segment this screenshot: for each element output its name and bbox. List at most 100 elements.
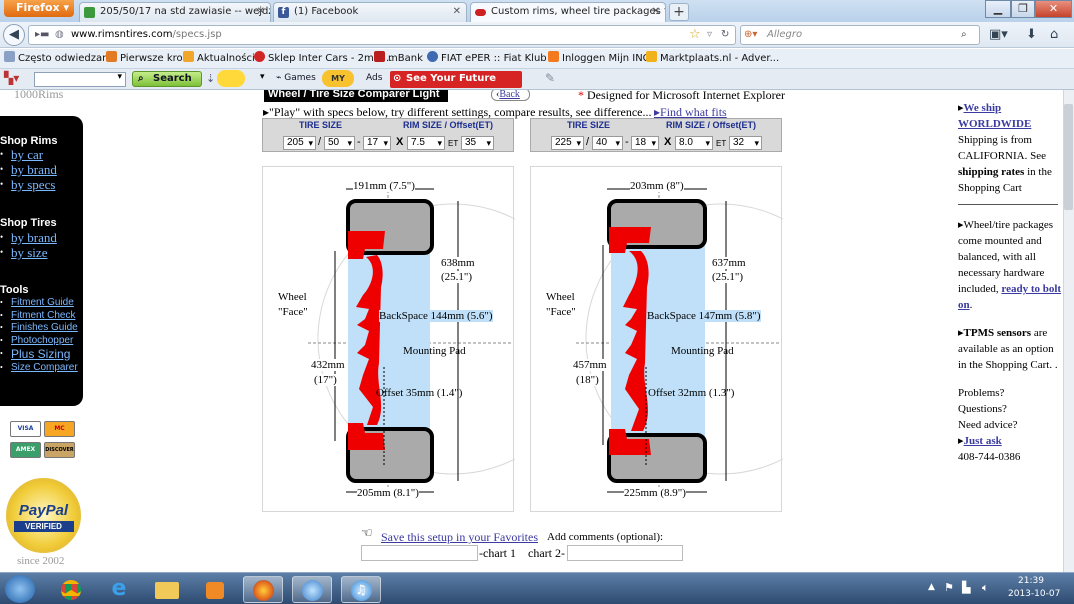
just-ask-link[interactable]: Just ask <box>964 435 1002 447</box>
rim-width-select[interactable]: 8.0 <box>675 136 713 150</box>
toolbar-search-input[interactable]: ▾ <box>34 72 126 87</box>
close-window-button[interactable]: ✕ <box>1035 0 1072 18</box>
paypal-verified-badge[interactable]: PayPal VERIFIED <box>6 478 81 553</box>
windows-taskbar: e ♫ ▲ ⚑ ▙ 🔈︎ 21:39 2013-10-07 <box>0 572 1074 604</box>
chart2-comment-input[interactable] <box>567 545 683 561</box>
search-input[interactable]: ⊕▾ Allegro ⌕ <box>740 25 980 45</box>
ie-note-text: Designed for Microsoft Internet Explorer <box>587 90 785 102</box>
new-tab-button[interactable]: + <box>669 3 689 21</box>
mbank-icon <box>374 51 385 62</box>
link-rims-by-brand[interactable]: by brand <box>11 162 57 178</box>
link-fitment-guide[interactable]: Fitment Guide <box>11 297 74 308</box>
tpms-title: TPMS sensors <box>963 327 1032 339</box>
dropdown-arrow-icon[interactable]: ▿ <box>707 26 712 44</box>
link-fitment-check[interactable]: Fitment Check <box>11 310 75 321</box>
marktplaats-icon <box>646 51 657 62</box>
pen-icon[interactable]: ✎ <box>545 71 555 85</box>
itunes-icon[interactable]: ♫ <box>341 576 381 603</box>
clock-icon: ⊙ <box>393 73 402 84</box>
ie-note: * Designed for Microsoft Internet Explor… <box>578 90 785 103</box>
chrome-taskbar-icon[interactable] <box>51 576 91 603</box>
url-bar[interactable]: ▸▬ ◍ www.rimsntires.com/specs.jsp ☆ ▿ ↻ <box>28 25 736 45</box>
link-photochopper[interactable]: Photochopper <box>11 335 73 346</box>
toolbar-search-button[interactable]: ⌕ Search <box>132 71 202 87</box>
close-tab-icon[interactable]: ✕ <box>652 3 660 21</box>
back-button[interactable]: ‹Back <box>491 90 530 101</box>
mastercard-icon: MC <box>44 421 75 437</box>
close-tab-icon[interactable]: ✕ <box>257 3 265 21</box>
start-button[interactable] <box>5 575 35 603</box>
bookmark-marktplaats[interactable]: Marktplaats.nl - Adver... <box>646 49 779 68</box>
smiley-icon[interactable] <box>217 70 245 87</box>
link-tires-by-brand[interactable]: by brand <box>11 230 57 246</box>
tire-width-select[interactable]: 225 <box>551 136 584 150</box>
tire-width-select[interactable]: 205 <box>283 136 316 150</box>
offset-select[interactable]: 32 <box>729 136 762 150</box>
minimize-button[interactable]: ▁ <box>985 0 1011 18</box>
maximize-button[interactable]: ❐ <box>1011 0 1035 18</box>
dash: - <box>357 136 361 148</box>
flag-icon[interactable]: ⚑ <box>944 581 954 594</box>
see-your-future-button[interactable]: ⊙See Your Future (Free) <box>390 71 522 100</box>
aspect-ratio-select[interactable]: 40 <box>592 136 623 150</box>
bookmark-mbank[interactable]: mBank <box>374 49 423 68</box>
volume-icon[interactable]: 🔈︎ <box>982 581 989 595</box>
worldwide-link[interactable]: WORLDWIDE <box>958 116 1062 132</box>
downloads-page-icon[interactable]: ▣▾ <box>989 27 1008 42</box>
link-rims-by-specs[interactable]: by specs <box>11 177 55 193</box>
media-player-icon[interactable] <box>195 576 235 603</box>
bookmark-ing[interactable]: Inloggen Mijn ING <box>548 49 650 68</box>
rim-width-select[interactable]: 7.5 <box>407 136 445 150</box>
bookmark-star-icon[interactable]: ☆ <box>689 26 701 44</box>
home-icon[interactable]: ⌂ <box>1050 27 1058 42</box>
myweb-icon[interactable]: MY <box>322 70 354 87</box>
offset-select[interactable]: 35 <box>461 136 494 150</box>
offset-value: Offset 35mm (1.4") <box>376 387 463 399</box>
aspect-ratio-select[interactable]: 50 <box>324 136 355 150</box>
chevron-down-icon[interactable]: ▾ <box>117 72 122 82</box>
explorer-folder-icon[interactable] <box>147 576 187 603</box>
page-menu-icon[interactable]: ▸▬ <box>35 26 49 44</box>
back-arrow-icon[interactable]: ◀ <box>3 24 25 46</box>
smiley-menu-icon[interactable]: ▾ <box>260 72 265 82</box>
download-arrow-icon[interactable]: ⬇ <box>1026 27 1037 42</box>
ship-link[interactable]: We ship <box>964 102 1002 114</box>
scrollbar-thumb[interactable] <box>1064 104 1073 210</box>
link-rims-by-car[interactable]: by car <box>11 147 43 163</box>
reload-icon[interactable]: ↻ <box>721 26 729 44</box>
link-finishes-guide[interactable]: Finishes Guide <box>11 322 78 333</box>
need-advice-text: Need advice? <box>958 419 1018 431</box>
clock-date[interactable]: 2013-10-07 <box>1008 589 1060 599</box>
link-tires-by-size[interactable]: by size <box>11 245 47 261</box>
addon-logo-icon[interactable]: ▚▾ <box>4 71 19 85</box>
bookmark-intercars[interactable]: Sklep Inter Cars - 2mln... <box>254 49 392 68</box>
toolbar-extra-icon[interactable]: ⇣ <box>206 72 215 85</box>
tab-rimsntires[interactable]: Custom rims, wheel tire packages for ...… <box>470 2 666 22</box>
bookmark-most-visited[interactable]: Często odwiedzane <box>4 49 115 68</box>
tab-forum[interactable]: 205/50/17 na std zawiasie -- wejdzie ?? … <box>79 2 271 22</box>
site-logo[interactable]: 1000Rims <box>14 90 63 102</box>
firefox-menu-button[interactable]: Firefox ▾ <box>4 0 74 17</box>
ads-button[interactable]: Ads <box>366 73 382 83</box>
offset-value: Offset 32mm (1.3") <box>648 387 735 399</box>
games-button[interactable]: ⌁ Games <box>276 73 316 83</box>
internet-explorer-icon[interactable]: e <box>99 576 139 603</box>
save-favorites-link[interactable]: Save this setup in your Favorites <box>381 530 538 545</box>
chart1-comment-input[interactable] <box>361 545 478 561</box>
network-globe-icon[interactable] <box>292 576 332 603</box>
firefox-taskbar-icon[interactable] <box>243 576 283 603</box>
network-icon[interactable]: ▙ <box>962 581 970 594</box>
bookmark-first-steps[interactable]: Pierwsze kroki <box>106 49 191 68</box>
tab-facebook[interactable]: f (1) Facebook ✕ <box>273 2 467 22</box>
search-engine-icon[interactable]: ⊕▾ <box>744 26 757 44</box>
clock-time[interactable]: 21:39 <box>1018 576 1044 586</box>
show-hidden-icons[interactable]: ▲ <box>928 582 935 592</box>
bookmark-news[interactable]: Aktualności <box>183 49 255 68</box>
link-size-comparer[interactable]: Size Comparer <box>11 362 78 373</box>
magnifier-icon[interactable]: ⌕ <box>961 26 967 44</box>
close-tab-icon[interactable]: ✕ <box>453 3 461 21</box>
link-plus-sizing[interactable]: Plus Sizing <box>11 347 70 361</box>
rim-diameter-select[interactable]: 18 <box>631 136 659 150</box>
rim-diameter-select[interactable]: 17 <box>363 136 391 150</box>
bookmark-fiat-eper[interactable]: FIAT ePER :: Fiat Klub ... <box>427 49 559 68</box>
